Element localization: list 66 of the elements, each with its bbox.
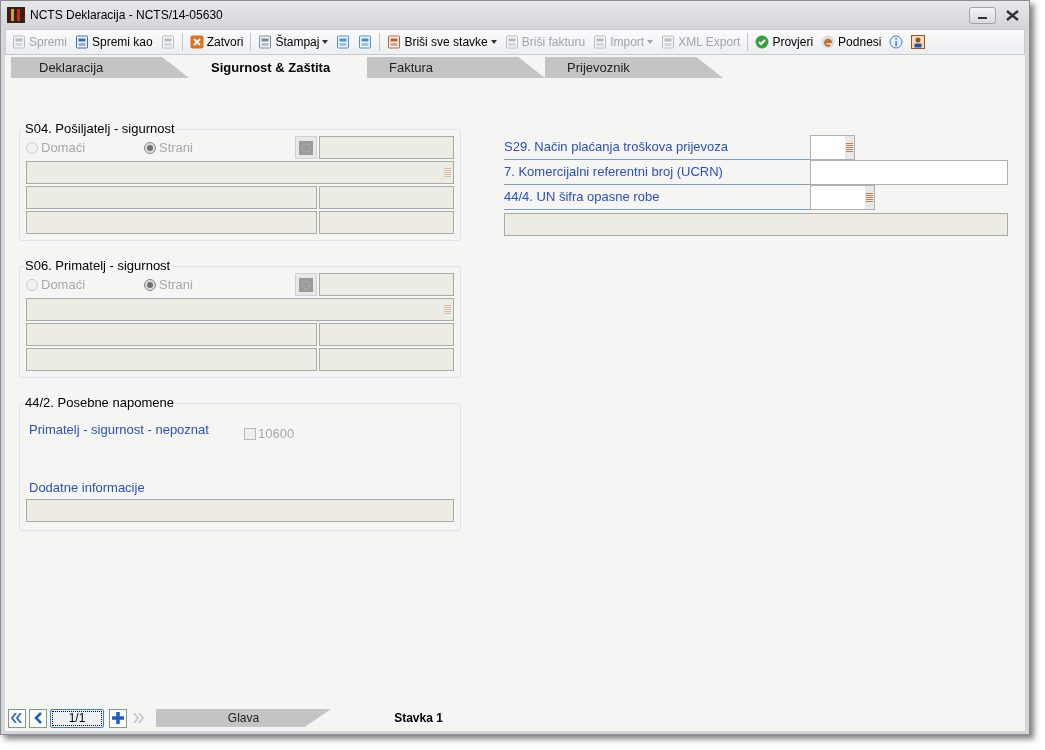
window-title: NCTS Deklaracija - NCTS/14-05630	[30, 7, 223, 24]
code-field[interactable]	[319, 136, 454, 159]
first-button[interactable]	[8, 708, 26, 728]
radio-label: Domaći	[41, 275, 86, 294]
group-title: S04. Pošiljatelj - sigurnost	[24, 122, 176, 136]
radio-label: Strani	[159, 138, 193, 157]
additional-info-field[interactable]	[26, 499, 454, 522]
chevron-icon	[34, 712, 42, 724]
code-field[interactable]	[319, 273, 454, 296]
list-icon	[846, 143, 853, 152]
toolbar-button[interactable]: Podnesi	[819, 32, 884, 52]
field-label: S29. Način plaćanja troškova prijevoza	[504, 135, 810, 160]
field-label: 44/4. UN šifra opasne robe	[504, 185, 810, 210]
description-field[interactable]	[504, 213, 1008, 236]
document-icon	[504, 35, 519, 49]
close-icon[interactable]	[1006, 9, 1019, 21]
text-field[interactable]	[810, 160, 1008, 185]
list-icon	[866, 193, 873, 202]
postcode-field[interactable]	[319, 348, 454, 371]
tab[interactable]: Deklaracija	[11, 57, 189, 78]
list-icon	[444, 305, 451, 314]
double-chevron-icon	[11, 713, 23, 723]
city-field[interactable]	[26, 348, 317, 371]
minimize-icon	[978, 16, 987, 19]
field-label: Primatelj - sigurnost - nepoznat	[29, 421, 210, 439]
number-field[interactable]	[319, 323, 454, 346]
toolbar-button[interactable]	[909, 32, 928, 52]
radio-label: Strani	[159, 275, 193, 294]
e-icon	[821, 35, 836, 49]
name-field[interactable]	[26, 298, 454, 321]
info-icon	[889, 35, 904, 49]
radio-label: Domaći	[41, 138, 86, 157]
toolbar-button[interactable]: Štampaj	[256, 32, 331, 52]
lookup-field[interactable]	[810, 185, 875, 210]
minimize-button[interactable]	[969, 6, 996, 24]
page-field[interactable]: 1/1	[50, 708, 104, 728]
globe-button[interactable]	[295, 273, 317, 296]
toolbar-button[interactable]: Spremi kao	[73, 32, 155, 52]
double-chevron-icon	[133, 713, 145, 723]
group-title: S06. Primatelj - sigurnost	[24, 259, 172, 273]
toolbar-button[interactable]: Provjeri	[753, 32, 816, 52]
plus-icon	[112, 712, 124, 724]
tab[interactable]: Prijevoznik	[545, 57, 723, 78]
lookup-field[interactable]	[810, 135, 855, 160]
tab[interactable]: Glava	[156, 709, 331, 727]
document-icon	[387, 35, 402, 49]
toolbar-button[interactable]: Briši sve stavke	[385, 32, 499, 52]
check-icon	[755, 35, 770, 49]
list-icon	[444, 168, 451, 177]
portrait-icon	[911, 35, 926, 49]
city-field[interactable]	[26, 211, 317, 234]
toolbar-button[interactable]: Zatvori	[187, 32, 246, 52]
tab[interactable]: Faktura	[367, 57, 545, 78]
number-field[interactable]	[319, 186, 454, 209]
close-icon	[189, 35, 204, 49]
group-title: 44/2. Posebne napomene	[24, 396, 175, 410]
street-field[interactable]	[26, 186, 317, 209]
globe-button[interactable]	[295, 136, 317, 159]
field-label: 7. Komercijalni referentni broj (UCRN)	[504, 160, 810, 185]
field-label: Dodatne informacije	[28, 478, 146, 497]
street-field[interactable]	[26, 323, 317, 346]
postcode-field[interactable]	[319, 211, 454, 234]
app-icon	[7, 7, 25, 23]
previous-button[interactable]	[29, 708, 47, 728]
name-field[interactable]	[26, 161, 454, 184]
add-button[interactable]	[109, 708, 127, 728]
